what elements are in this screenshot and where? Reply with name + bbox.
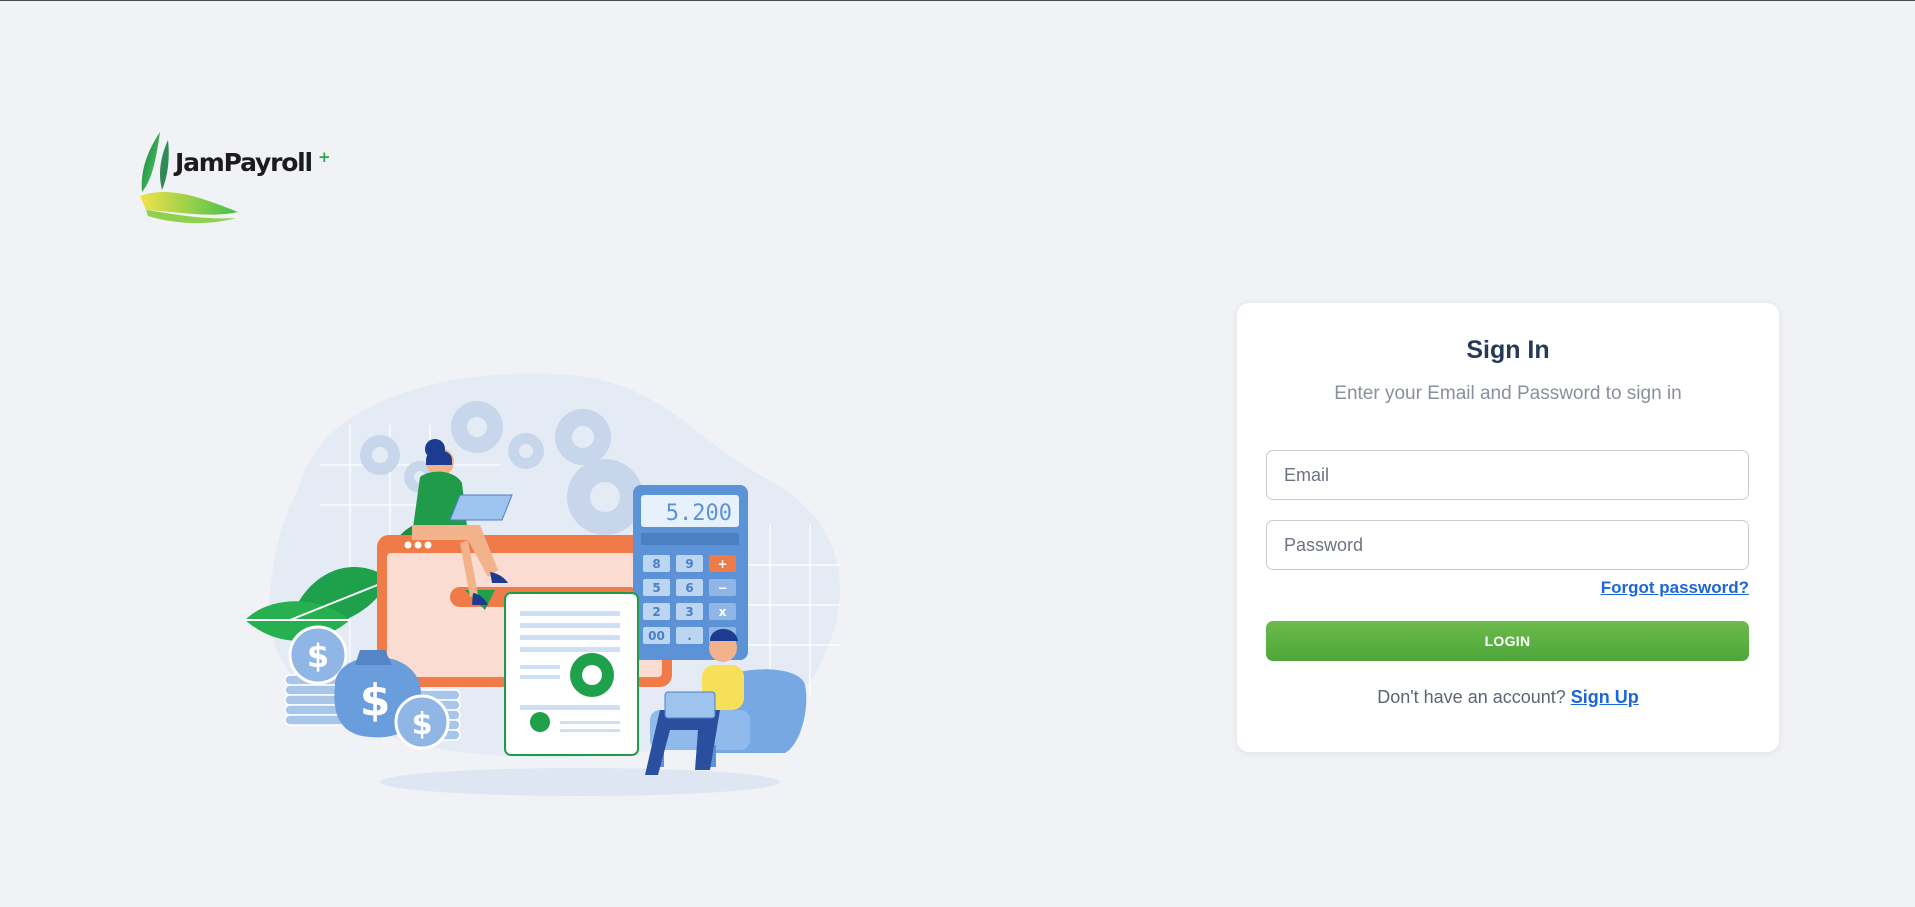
signin-title: Sign In xyxy=(1466,336,1550,364)
calculator-key-label: 00 xyxy=(648,629,665,643)
calculator-key-label: 2 xyxy=(652,605,660,619)
payroll-illustration: 5.200 89+56−23x00.= xyxy=(240,365,860,805)
signup-prompt: Don't have an account? Sign Up xyxy=(1237,687,1779,708)
calculator-key-label: 6 xyxy=(685,581,693,595)
window-top-border xyxy=(0,0,1915,1)
calculator-key-label: . xyxy=(687,629,692,643)
logo-text: JamPayroll xyxy=(175,148,313,177)
floor-shadow xyxy=(380,768,780,796)
email-input[interactable] xyxy=(1266,450,1749,500)
calculator-key-label: 8 xyxy=(652,557,660,571)
signin-card: Sign In Enter your Email and Password to… xyxy=(1237,303,1779,752)
signup-link[interactable]: Sign Up xyxy=(1571,687,1639,707)
calculator-key-label: 3 xyxy=(685,605,693,619)
calculator-display: 5.200 xyxy=(666,501,732,526)
calculator-key-label: 9 xyxy=(685,557,693,571)
svg-text:$: $ xyxy=(360,675,391,726)
no-account-text: Don't have an account? xyxy=(1377,687,1566,707)
calculator-key-label: 5 xyxy=(652,581,660,595)
logo-plus-mark: + xyxy=(318,148,331,166)
forgot-password-link[interactable]: Forgot password? xyxy=(1601,578,1749,598)
svg-text:$: $ xyxy=(307,637,329,675)
password-input[interactable] xyxy=(1266,520,1749,570)
signin-subtitle: Enter your Email and Password to sign in xyxy=(1334,383,1682,404)
logo-swoosh-icon xyxy=(140,132,238,224)
svg-text:$: $ xyxy=(412,707,433,742)
calculator-key-label: x xyxy=(719,605,727,619)
jampayroll-logo: JamPayroll + xyxy=(138,130,338,224)
calculator-key-label: + xyxy=(717,557,727,571)
login-button[interactable]: LOGIN xyxy=(1266,621,1749,661)
calculator-key-label: − xyxy=(717,581,727,595)
